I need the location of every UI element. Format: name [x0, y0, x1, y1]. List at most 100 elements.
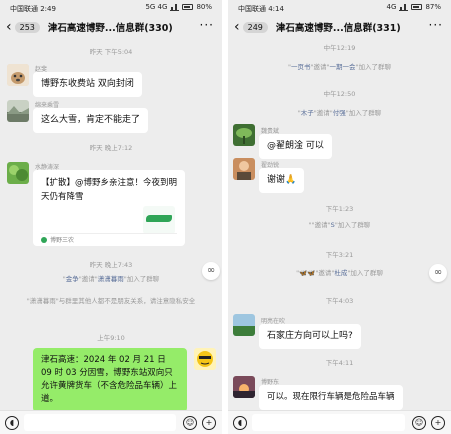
avatar[interactable] [233, 376, 255, 398]
person-avatar-icon [233, 158, 255, 180]
avatar[interactable] [7, 64, 29, 86]
plant-avatar-icon [7, 162, 29, 184]
status-bar: 中国联通 2:49 5G 4G 80% [0, 0, 222, 16]
invitee-name[interactable]: 一期一会 [330, 63, 356, 71]
signal-icon [170, 3, 180, 11]
notice-text: 邀请 [81, 275, 95, 283]
inviter-name[interactable]: 木子 [301, 109, 314, 117]
message-bubble[interactable]: 博野东收费站 双向封闭 [33, 72, 142, 97]
avatar[interactable] [233, 158, 255, 180]
message-input[interactable] [24, 414, 176, 431]
unread-count-badge[interactable]: 249 [242, 21, 268, 33]
voice-icon[interactable]: ◖ [233, 416, 247, 430]
card-divider [41, 233, 177, 234]
link-share-icon[interactable]: ∞ [429, 264, 447, 282]
carrier-time: 中国联通 2:49 [10, 5, 56, 13]
chevron-left-icon[interactable]: ‹ [6, 20, 12, 34]
timestamp: 中午12:50 [323, 90, 356, 98]
timestamp: 下午4:03 [325, 297, 354, 305]
inviter-name[interactable]: 🦋🦋 [299, 269, 315, 277]
timestamp: 下午1:23 [325, 205, 354, 213]
plus-icon[interactable]: + [431, 416, 445, 430]
chevron-left-icon[interactable]: ‹ [234, 20, 240, 34]
carrier-time: 中国联通 4:14 [238, 5, 284, 13]
battery-icon [411, 4, 423, 10]
notice-text: 加入了群聊 [358, 63, 392, 71]
emoji-avatar-icon [194, 348, 216, 370]
notice-text: 邀请 [316, 109, 330, 117]
invitee-name[interactable]: 潇潇暮雨 [98, 275, 124, 283]
message-bubble[interactable]: @翟朗淦 可以 [259, 134, 332, 159]
privacy-notice: "潇潇暮雨"与群里其他人都不是朋友关系，请注意隐私安全 [26, 297, 196, 305]
avatar[interactable] [233, 314, 255, 336]
message-bubble-self[interactable]: 津石高速：2024 年 02 月 21 日 09 时 03 分因雪，博野东站双向… [33, 348, 187, 412]
system-notice-invite: ""邀请"S"加入了群聊 [308, 221, 371, 229]
system-notice-invite: "金争"邀请"潇潇暮雨"加入了群聊 [62, 275, 160, 283]
inviter-name[interactable]: 金争 [66, 275, 79, 283]
source-name: 博野三农 [50, 237, 75, 244]
status-icons: 5G 4G 80% [145, 3, 212, 11]
chat-screen-left: 中国联通 2:49 5G 4G 80% ‹ 253 津石高速博野...信息群(3… [0, 0, 222, 434]
landscape-avatar-icon [233, 314, 255, 336]
dog-avatar-icon [7, 64, 29, 86]
signal-icon [399, 3, 409, 11]
timestamp: 昨天 下午5:04 [89, 48, 133, 56]
timestamp: 昨天 晚上7:43 [89, 261, 133, 269]
battery-level: 87% [425, 3, 441, 11]
screenshot: 中国联通 2:49 5G 4G 80% ‹ 253 津石高速博野...信息群(3… [0, 0, 451, 434]
emoji-icon[interactable]: ☺ [412, 416, 426, 430]
chat-screen-right: 中国联通 4:14 4G 87% ‹ 249 津石高速博野...信息群(331)… [228, 0, 451, 434]
inviter-name[interactable]: 一页书 [291, 63, 311, 71]
landscape-avatar-icon [7, 100, 29, 122]
timestamp: 中午12:19 [323, 44, 356, 52]
notice-text: 邀请 [314, 221, 328, 229]
ellipsis-icon[interactable]: ··· [200, 19, 214, 31]
shared-article-card[interactable]: 【扩散】@博野乡亲注意！今夜到明天仍有降雪 博野三农 [33, 170, 185, 246]
plant-avatar-icon [233, 124, 255, 146]
unread-count-badge[interactable]: 253 [14, 21, 40, 33]
voice-icon[interactable]: ◖ [5, 416, 19, 430]
chat-header: ‹ 253 津石高速博野...信息群(330) ··· [0, 16, 222, 38]
card-source: 博野三农 [41, 235, 74, 244]
message-bubble[interactable]: 可以。现在限行车辆是危险品车辆 [259, 385, 403, 410]
invitee-name[interactable]: 付强 [333, 109, 346, 117]
notice-text: 邀请 [318, 269, 332, 277]
chat-title: 津石高速博野...信息群(331) [275, 23, 401, 34]
invitee-name[interactable]: 杜成 [334, 269, 347, 277]
timestamp: 下午4:11 [325, 359, 354, 367]
plus-icon[interactable]: + [202, 416, 216, 430]
system-notice-invite: "🦋🦋"邀请"杜成"加入了群聊 [296, 269, 383, 277]
system-notice-invite: "木子"邀请"付强"加入了群聊 [297, 109, 382, 117]
timestamp: 昨天 晚上7:12 [89, 144, 133, 152]
notice-text: 加入了群聊 [126, 275, 160, 283]
notice-text: 加入了群聊 [337, 221, 371, 229]
avatar[interactable] [7, 100, 29, 122]
input-bar: ◖ ☺ + [228, 410, 451, 434]
avatar[interactable] [7, 162, 29, 184]
timestamp: 下午3:21 [325, 251, 354, 259]
chat-header: ‹ 249 津石高速博野...信息群(331) ··· [228, 16, 451, 38]
ellipsis-icon[interactable]: ··· [429, 19, 443, 31]
chat-title: 津石高速博野...信息群(330) [47, 23, 173, 34]
emoji-icon[interactable]: ☺ [183, 416, 197, 430]
input-bar: ◖ ☺ + [0, 410, 222, 434]
status-bar: 中国联通 4:14 4G 87% [228, 0, 451, 16]
status-icons: 4G 87% [387, 3, 441, 11]
notice-text: 加入了群聊 [350, 269, 383, 277]
sunset-avatar-icon [233, 376, 255, 398]
avatar[interactable] [194, 348, 216, 370]
network-indicator: 4G [386, 3, 397, 11]
message-bubble[interactable]: 谢谢🙏 [259, 168, 305, 193]
card-title: 【扩散】@博野乡亲注意！今夜到明天仍有降雪 [41, 178, 178, 202]
battery-level: 80% [196, 3, 212, 11]
invitee-name[interactable]: S [331, 221, 335, 229]
article-thumbnail [143, 206, 175, 234]
message-input[interactable] [252, 414, 405, 431]
avatar[interactable] [233, 124, 255, 146]
notice-text: 邀请 [313, 63, 327, 71]
message-bubble[interactable]: 这么大雪，肯定不能走了 [33, 108, 149, 133]
message-bubble[interactable]: 石家庄方向可以上吗? [259, 324, 361, 349]
network-indicator: 5G 4G [145, 3, 168, 11]
system-notice-invite: "一页书"邀请"一期一会"加入了群聊 [288, 63, 392, 71]
notice-text: 加入了群聊 [348, 109, 382, 117]
